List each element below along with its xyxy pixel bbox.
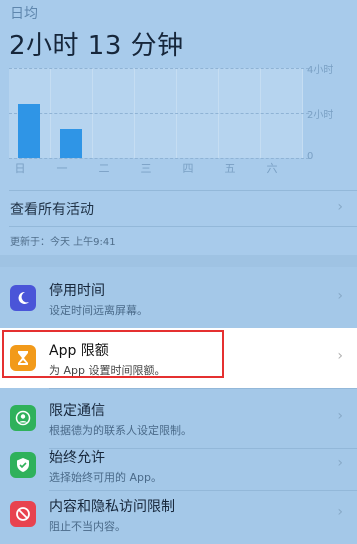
chevron-right-icon: › — [337, 348, 343, 364]
setting-title: 限定通信 — [49, 403, 105, 419]
x-tick-label: 日 — [14, 162, 26, 175]
moon-icon — [10, 285, 36, 311]
x-tick-label: 四 — [182, 162, 194, 175]
y-tick-label: 4小时 — [307, 65, 334, 76]
x-tick-label: 三 — [140, 162, 152, 175]
section-gap — [0, 255, 357, 267]
see-all-activity-label: 查看所有活动 — [10, 202, 94, 218]
prohibit-icon — [10, 501, 36, 527]
chevron-right-icon: › — [337, 408, 343, 424]
checkmark-shield-icon — [10, 452, 36, 478]
setting-subtitle: 选择始终可用的 App。 — [49, 471, 162, 484]
weekly-usage-chart — [9, 68, 309, 159]
x-tick-label: 五 — [224, 162, 236, 175]
chevron-right-icon: › — [337, 455, 343, 471]
chart-columns — [9, 68, 309, 159]
chart-gridline — [9, 113, 309, 114]
setting-subtitle: 设定时间远离屏幕。 — [49, 304, 148, 317]
x-tick-label: 一 — [56, 162, 68, 175]
setting-row-downtime[interactable]: 停用时间 设定时间远离屏幕。 › — [0, 268, 357, 328]
setting-subtitle: 阻止不当内容。 — [49, 520, 126, 533]
chevron-right-icon: › — [337, 288, 343, 304]
divider — [9, 226, 357, 227]
daily-average-label: 日均 — [10, 6, 38, 22]
see-all-activity-link[interactable]: 查看所有活动 › — [0, 190, 357, 226]
x-tick-label: 六 — [266, 162, 278, 175]
chart-bar — [60, 128, 82, 158]
chart-gridline — [9, 68, 309, 69]
y-tick-label: 2小时 — [307, 110, 334, 121]
last-updated-text: 更新于：今天 上午9:41 — [10, 237, 116, 248]
total-time-value: 2小时 13 分钟 — [9, 31, 184, 61]
person-icon — [10, 405, 36, 431]
chevron-right-icon: › — [337, 504, 343, 520]
setting-title: 内容和隐私访问限制 — [49, 499, 175, 515]
chart-bar — [18, 104, 40, 158]
setting-title: 始终允许 — [49, 450, 105, 466]
highlight-box — [2, 330, 224, 378]
setting-title: 停用时间 — [49, 283, 105, 299]
x-tick-label: 二 — [98, 162, 110, 175]
chevron-right-icon: › — [337, 199, 343, 215]
setting-row-content-privacy[interactable]: 内容和隐私访问限制 阻止不当内容。 › — [0, 484, 357, 544]
y-tick-label: 0 — [307, 151, 314, 162]
chart-gridline — [9, 158, 309, 159]
